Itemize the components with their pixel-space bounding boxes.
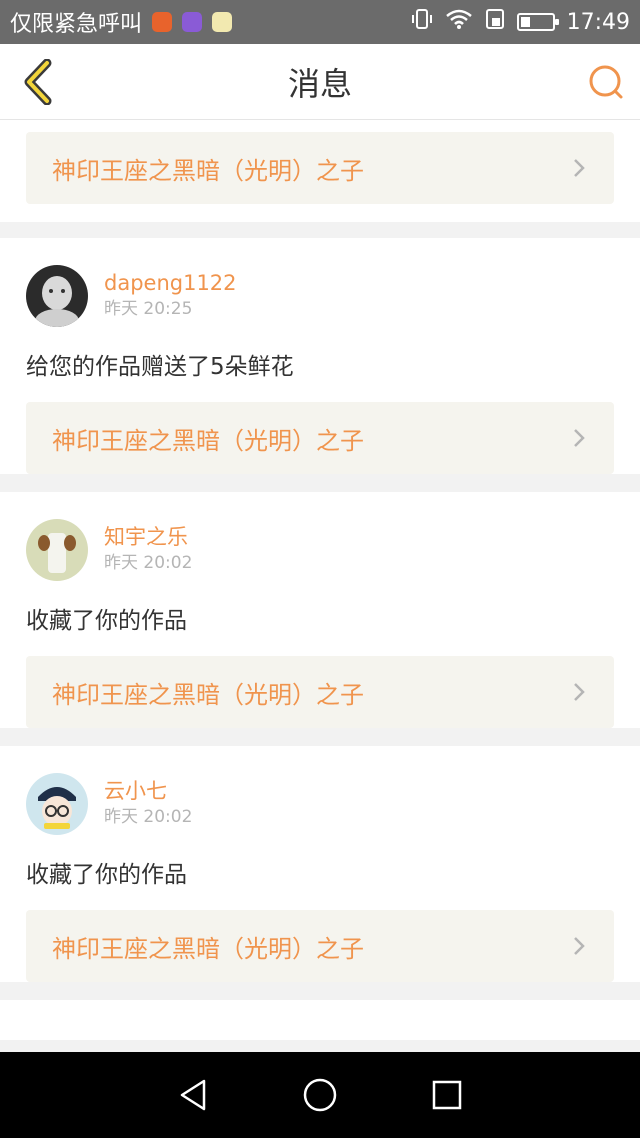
music-app-icon xyxy=(152,12,173,32)
chevron-right-icon xyxy=(570,937,588,955)
username[interactable]: 知宇之乐 xyxy=(104,524,192,550)
message-text: 收藏了你的作品 xyxy=(26,608,187,634)
status-bar: 仅限紧急呼叫 17:49 xyxy=(0,0,640,44)
header: 消息 xyxy=(0,44,640,120)
avatar[interactable] xyxy=(26,773,88,835)
avatar[interactable] xyxy=(26,519,88,581)
user-row[interactable]: dapeng1122 昨天 20:25 xyxy=(26,238,614,328)
search-icon xyxy=(589,65,623,99)
work-link[interactable]: 神印王座之黑暗（光明）之子 xyxy=(26,402,614,474)
square-recent-icon xyxy=(432,1080,461,1110)
clock: 17:49 xyxy=(566,9,630,35)
navigation-bar xyxy=(0,1052,640,1138)
username[interactable]: dapeng1122 xyxy=(104,270,237,296)
nav-back-button[interactable] xyxy=(169,1071,217,1119)
chevron-right-icon xyxy=(570,429,588,447)
message-card xyxy=(0,1000,640,1040)
user-row[interactable]: 云小七 昨天 20:02 xyxy=(26,746,614,836)
work-link[interactable]: 神印王座之黑暗（光明）之子 xyxy=(26,132,614,204)
work-link[interactable]: 神印王座之黑暗（光明）之子 xyxy=(26,656,614,728)
message-feed[interactable]: 神印王座之黑暗（光明）之子 dapeng1122 昨天 20:25 给您的作品赠… xyxy=(0,120,640,1050)
back-arrow-icon xyxy=(24,59,52,105)
message-time: 昨天 20:25 xyxy=(104,299,193,319)
nav-recent-button[interactable] xyxy=(423,1071,471,1119)
battery-icon xyxy=(516,13,559,31)
page-title: 消息 xyxy=(287,64,352,103)
work-title: 神印王座之黑暗（光明）之子 xyxy=(52,156,364,185)
message-card: dapeng1122 昨天 20:25 给您的作品赠送了5朵鲜花 神印王座之黑暗… xyxy=(0,238,640,474)
chat-app-icon xyxy=(212,12,233,32)
nav-home-button[interactable] xyxy=(296,1071,344,1119)
username[interactable]: 云小七 xyxy=(104,778,192,804)
vibrate-icon xyxy=(411,8,433,36)
work-title: 神印王座之黑暗（光明）之子 xyxy=(52,934,364,963)
wifi-icon xyxy=(445,8,473,36)
message-time: 昨天 20:02 xyxy=(104,807,193,827)
message-card: 神印王座之黑暗（光明）之子 xyxy=(0,120,640,222)
work-title: 神印王座之黑暗（光明）之子 xyxy=(52,426,364,455)
triangle-back-icon xyxy=(181,1079,206,1111)
avatar[interactable] xyxy=(26,265,88,327)
work-title: 神印王座之黑暗（光明）之子 xyxy=(52,680,364,709)
message-card: 云小七 昨天 20:02 收藏了你的作品 神印王座之黑暗（光明）之子 xyxy=(0,746,640,982)
circle-home-icon xyxy=(303,1078,337,1112)
search-button[interactable] xyxy=(582,58,630,106)
message-text: 给您的作品赠送了5朵鲜花 xyxy=(26,354,294,380)
back-button[interactable] xyxy=(14,58,62,106)
sim-icon xyxy=(485,8,505,36)
gallery-app-icon xyxy=(182,12,203,32)
work-link[interactable]: 神印王座之黑暗（光明）之子 xyxy=(26,910,614,982)
carrier-text: 仅限紧急呼叫 xyxy=(10,12,143,37)
message-time: 昨天 20:02 xyxy=(104,553,193,573)
chevron-right-icon xyxy=(570,159,588,177)
chevron-right-icon xyxy=(570,683,588,701)
message-card: 知宇之乐 昨天 20:02 收藏了你的作品 神印王座之黑暗（光明）之子 xyxy=(0,492,640,728)
message-text: 收藏了你的作品 xyxy=(26,862,187,888)
user-row[interactable]: 知宇之乐 昨天 20:02 xyxy=(26,492,614,582)
